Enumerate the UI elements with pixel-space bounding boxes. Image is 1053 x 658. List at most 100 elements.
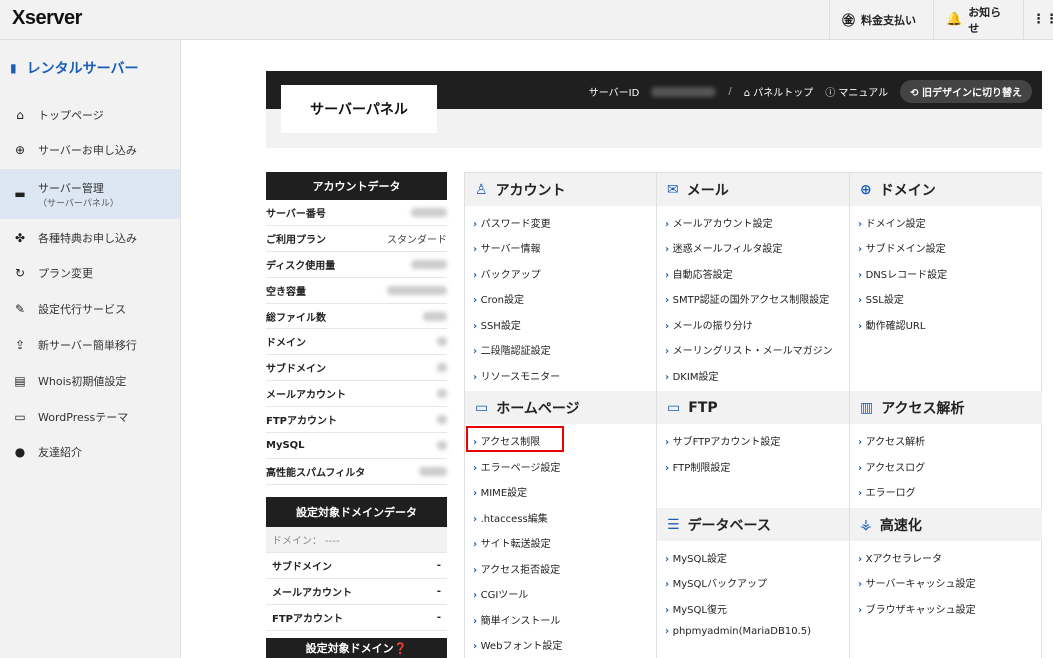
link-cron[interactable]: Cron設定 bbox=[473, 291, 524, 306]
sidebar-item-whois[interactable]: ▤ Whois初期値設定 bbox=[0, 368, 180, 394]
table-row: 総ファイル数 bbox=[266, 304, 447, 330]
chart-icon: ▥ bbox=[860, 399, 874, 416]
table-row: ドメイン bbox=[266, 329, 447, 356]
sidebar-header[interactable]: ▮ レンタルサーバー bbox=[10, 58, 138, 78]
link-mysql-restore[interactable]: MySQL復元 bbox=[665, 601, 727, 616]
table-row: メールアカウント bbox=[266, 381, 447, 408]
server-id-value-redacted bbox=[651, 86, 717, 97]
link-smtp-foreign[interactable]: SMTP認証の国外アクセス制限設定 bbox=[665, 291, 830, 306]
link-mail-account[interactable]: メールアカウント設定 bbox=[665, 215, 773, 230]
link-mysql[interactable]: MySQL設定 bbox=[665, 550, 727, 565]
top-bar: Xserver ㊎ 料金支払い 🔔 お知らせ ⋮⋮ bbox=[0, 0, 1053, 40]
server-icon: ▬ bbox=[14, 187, 26, 201]
link-spam-filter[interactable]: 迷惑メールフィルタ設定 bbox=[665, 240, 783, 255]
table-row: 高性能スパムフィルタ bbox=[266, 459, 447, 485]
yen-icon: ㊎ bbox=[842, 14, 856, 29]
wrench-icon: ✎ bbox=[14, 302, 26, 316]
link-error-log[interactable]: エラーログ bbox=[858, 484, 916, 499]
app-grid-button[interactable]: ⋮⋮ bbox=[1023, 0, 1053, 39]
notice-button[interactable]: 🔔 お知らせ bbox=[933, 0, 1023, 39]
page-title: サーバーパネル bbox=[281, 85, 437, 133]
link-server-cache[interactable]: サーバーキャッシュ設定 bbox=[858, 575, 976, 590]
link-web-font[interactable]: Webフォント設定 bbox=[473, 637, 563, 652]
table-row: FTPアカウント - bbox=[266, 605, 447, 631]
link-subdomain[interactable]: サブドメイン設定 bbox=[858, 240, 946, 255]
link-htaccess[interactable]: .htaccess編集 bbox=[473, 510, 548, 525]
database-icon: ☰ bbox=[667, 516, 680, 533]
link-dkim[interactable]: DKIM設定 bbox=[665, 368, 719, 383]
sidebar: ▮ レンタルサーバー ⌂ トップページ ⊕ サーバーお申し込み ▬ サーバー管理 （サ… bbox=[0, 40, 181, 658]
link-ssl[interactable]: SSL設定 bbox=[858, 291, 904, 306]
target-domain-header: 設定対象ドメイン ❓ bbox=[266, 638, 447, 658]
account-data-header: アカウントデータ bbox=[266, 172, 447, 200]
link-auto-reply[interactable]: 自動応答設定 bbox=[665, 266, 733, 281]
old-design-button[interactable]: ⟲ 旧デザインに切り替え bbox=[900, 80, 1032, 103]
domain-data-header: 設定対象ドメインデータ bbox=[266, 497, 447, 527]
link-sub-ftp[interactable]: サブFTPアカウント設定 bbox=[665, 433, 781, 448]
xserver-logo[interactable]: Xserver bbox=[12, 7, 82, 30]
manual-link[interactable]: ⓘ マニュアル bbox=[825, 84, 888, 99]
globe-icon: ⊕ bbox=[860, 181, 872, 198]
sidebar-item-setup-service[interactable]: ✎ 設定代行サービス bbox=[0, 296, 180, 322]
link-backup[interactable]: バックアップ bbox=[473, 266, 541, 281]
document-icon: ▤ bbox=[14, 374, 26, 388]
link-check-url[interactable]: 動作確認URL bbox=[858, 317, 926, 332]
sidebar-item-order[interactable]: ⊕ サーバーお申し込み bbox=[0, 137, 180, 163]
bell-icon: 🔔 bbox=[946, 12, 963, 27]
section-homepage-header: ▭ ホームページ bbox=[465, 391, 657, 424]
link-server-info[interactable]: サーバー情報 bbox=[473, 240, 541, 255]
link-mime[interactable]: MIME設定 bbox=[473, 484, 528, 499]
server-id-label: サーバーID bbox=[588, 88, 640, 99]
table-row: ディスク使用量 bbox=[266, 252, 447, 278]
section-mail-header: ✉ メール bbox=[657, 173, 849, 206]
link-access-deny[interactable]: アクセス拒否設定 bbox=[473, 561, 561, 576]
redacted-value bbox=[437, 440, 447, 450]
link-access-log[interactable]: アクセスログ bbox=[858, 459, 926, 474]
link-resource-monitor[interactable]: リソースモニター bbox=[473, 368, 561, 383]
link-two-factor[interactable]: 二段階認証設定 bbox=[473, 342, 551, 357]
rental-server-icon: ▮ bbox=[10, 61, 17, 75]
link-mysql-backup[interactable]: MySQLバックアップ bbox=[665, 575, 767, 590]
link-password-change[interactable]: パスワード変更 bbox=[473, 215, 551, 230]
window-icon: ▭ bbox=[14, 410, 26, 424]
sidebar-item-plan-change[interactable]: ↻ プラン変更 bbox=[0, 260, 180, 286]
help-icon[interactable]: ❓ bbox=[394, 642, 408, 655]
link-easy-install[interactable]: 簡単インストール bbox=[473, 612, 561, 627]
sidebar-item-top[interactable]: ⌂ トップページ bbox=[0, 102, 180, 128]
sidebar-item-referral[interactable]: ● 友達紹介 bbox=[0, 439, 180, 465]
link-mailing-list[interactable]: メーリングリスト・メールマガジン bbox=[665, 342, 833, 357]
redacted-value bbox=[419, 466, 447, 476]
redacted-value bbox=[411, 259, 447, 269]
link-dns-record[interactable]: DNSレコード設定 bbox=[858, 266, 948, 281]
section-domain-header: ⊕ ドメイン bbox=[850, 173, 1042, 206]
billing-button[interactable]: ㊎ 料金支払い bbox=[829, 0, 933, 39]
link-cgi-tool[interactable]: CGIツール bbox=[473, 586, 529, 601]
switch-icon: ⟲ bbox=[910, 88, 922, 99]
link-ssh[interactable]: SSH設定 bbox=[473, 317, 521, 332]
link-phpmyadmin[interactable]: phpmyadmin(MariaDB10.5) bbox=[665, 626, 811, 637]
link-access-analytics[interactable]: アクセス解析 bbox=[858, 433, 926, 448]
panel-top-link[interactable]: ⌂ パネルトップ bbox=[744, 84, 814, 99]
sidebar-item-migration[interactable]: ⇪ 新サーバー簡単移行 bbox=[0, 332, 180, 358]
menu-column-3: ⊕ドメイン ドメイン設定 サブドメイン設定 DNSレコード設定 SSL設定 動作… bbox=[849, 173, 1042, 658]
link-site-redirect[interactable]: サイト転送設定 bbox=[473, 535, 551, 550]
section-account-header: ♙ アカウント bbox=[465, 173, 657, 206]
link-x-accelerator[interactable]: Xアクセラレータ bbox=[858, 550, 942, 565]
link-error-page[interactable]: エラーページ設定 bbox=[473, 459, 561, 474]
section-speed-header: ⚶ 高速化 bbox=[850, 508, 1042, 541]
table-row: MySQL bbox=[266, 433, 447, 459]
sidebar-item-wordpress-theme[interactable]: ▭ WordPressテーマ bbox=[0, 404, 180, 430]
link-domain-setting[interactable]: ドメイン設定 bbox=[858, 215, 926, 230]
refresh-icon: ↻ bbox=[14, 266, 26, 280]
link-mail-sort[interactable]: メールの振り分け bbox=[665, 317, 753, 332]
panel-header: サーバーID / ⌂ パネルトップ ⓘ マニュアル ⟲ 旧デザインに切り替え サ… bbox=[266, 71, 1042, 148]
sidebar-item-benefits[interactable]: ✤ 各種特典お申し込み bbox=[0, 225, 180, 251]
link-ftp-restrict[interactable]: FTP制限設定 bbox=[665, 459, 731, 474]
menu-column-2: ✉メール メールアカウント設定 迷惑メールフィルタ設定 自動応答設定 SMTP認… bbox=[656, 173, 849, 658]
menu-grid: ♙アカウント パスワード変更 サーバー情報 バックアップ Cron設定 SSH設… bbox=[464, 172, 1042, 658]
home-icon: ⌂ bbox=[16, 108, 24, 122]
sidebar-item-server-manage[interactable]: ▬ サーバー管理 （サーバーパネル） bbox=[0, 169, 180, 219]
link-browser-cache[interactable]: ブラウザキャッシュ設定 bbox=[858, 601, 976, 616]
redacted-value bbox=[437, 337, 447, 347]
account-data-table: アカウントデータ サーバー番号 ご利用プラン スタンダード ディスク使用量 空き容… bbox=[266, 172, 447, 485]
